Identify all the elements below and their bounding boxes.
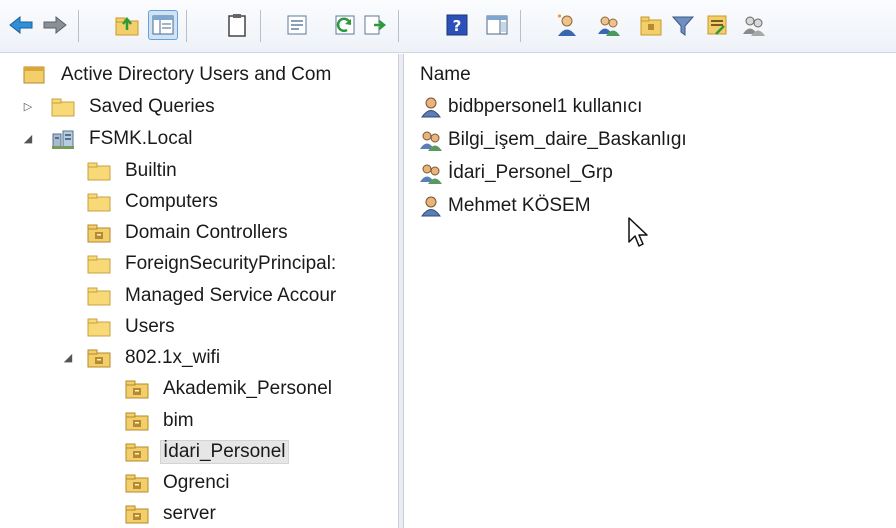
tree-item-label: Saved Queries: [89, 96, 215, 117]
list-item-name: Bilgi_işem_daire_Baskanlıgı: [448, 129, 687, 150]
add-to-group-icon[interactable]: [702, 10, 732, 40]
folder-icon: [86, 253, 112, 275]
tree-item-label: Computers: [125, 191, 218, 212]
tree-item-idari-personel[interactable]: İdari_Personel: [124, 437, 289, 467]
list-item-name: bidbpersonel1 kullanıcı: [448, 96, 643, 117]
tree-item-label: Users: [125, 316, 175, 337]
ou-icon: [124, 441, 150, 463]
tree-root[interactable]: Active Directory Users and Com: [22, 60, 334, 90]
tree-item-label: Managed Service Accour: [125, 285, 337, 306]
list-item[interactable]: Bilgi_işem_daire_Baskanlıgı: [418, 125, 687, 155]
list-item[interactable]: Mehmet KÖSEM: [418, 191, 591, 221]
svg-text:?: ?: [453, 17, 462, 35]
up-folder-icon[interactable]: [112, 10, 142, 40]
ou-icon: [124, 472, 150, 494]
tree-item-akademik-personel[interactable]: Akademik_Personel: [124, 374, 335, 404]
list-item[interactable]: bidbpersonel1 kullanıcı: [418, 92, 642, 122]
tree-item-label: İdari_Personel: [160, 440, 289, 464]
ou-icon: [86, 222, 112, 244]
tree-item-bim[interactable]: bim: [124, 406, 197, 436]
action-pane-icon[interactable]: [482, 10, 512, 40]
list-item[interactable]: İdari_Personel_Grp: [418, 158, 613, 188]
ou-icon: [124, 410, 150, 432]
column-header-name[interactable]: Name: [404, 54, 896, 92]
delegate-control-icon[interactable]: [738, 10, 768, 40]
ou-icon: [86, 347, 112, 369]
folder-icon: [86, 316, 112, 338]
tree-root-label: Active Directory Users and Com: [61, 64, 332, 85]
tree-item-domain[interactable]: ◢ FSMK.Local: [24, 124, 195, 154]
collapse-arrow-icon[interactable]: ◢: [62, 352, 74, 364]
tree-item-label: server: [163, 503, 216, 524]
tree-item-label: Builtin: [125, 160, 177, 181]
show-hide-tree-icon[interactable]: [148, 10, 178, 40]
results-list: Name bidbpersonel1 kullanıcı Bilgi_işem_…: [404, 54, 896, 528]
filter-icon[interactable]: [668, 10, 698, 40]
console-tree: Active Directory Users and Com ▷ Saved Q…: [0, 54, 398, 528]
domain-icon: [50, 128, 76, 150]
back-arrow-icon[interactable]: [6, 10, 36, 40]
export-list-icon[interactable]: [360, 10, 390, 40]
new-ou-icon[interactable]: [636, 10, 666, 40]
tree-item-ogrenci[interactable]: Ogrenci: [124, 468, 233, 498]
tree-item-label: FSMK.Local: [89, 128, 193, 149]
toolbar: ?: [0, 0, 896, 53]
refresh-icon[interactable]: [330, 10, 360, 40]
tree-item-label: Akademik_Personel: [163, 378, 332, 399]
properties-icon[interactable]: [282, 10, 312, 40]
folder-icon: [86, 191, 112, 213]
tree-item-label: Domain Controllers: [125, 222, 288, 243]
ou-icon: [124, 378, 150, 400]
tree-item-managed-service-accounts[interactable]: Managed Service Accour: [86, 281, 339, 311]
user-icon: [418, 96, 442, 118]
group-icon: [418, 129, 442, 151]
tree-item-computers[interactable]: Computers: [86, 187, 221, 217]
help-icon[interactable]: ?: [442, 10, 472, 40]
new-group-icon[interactable]: [594, 10, 624, 40]
ou-icon: [124, 503, 150, 525]
tree-item-saved-queries[interactable]: ▷ Saved Queries: [24, 92, 218, 122]
tree-item-label: 802.1x_wifi: [125, 347, 221, 368]
tree-item-label: Ogrenci: [163, 472, 230, 493]
collapse-arrow-icon[interactable]: ◢: [22, 133, 34, 145]
tree-item-builtin[interactable]: Builtin: [86, 156, 180, 186]
clipboard-icon[interactable]: [222, 10, 252, 40]
list-item-name: İdari_Personel_Grp: [448, 162, 613, 183]
tree-item-label: ForeignSecurityPrincipal:: [125, 253, 337, 274]
new-user-icon[interactable]: [552, 10, 582, 40]
tree-item-domain-controllers[interactable]: Domain Controllers: [86, 218, 291, 248]
tree-item-server[interactable]: server: [124, 499, 219, 528]
list-item-name: Mehmet KÖSEM: [448, 195, 591, 216]
user-icon: [418, 195, 442, 217]
folder-icon: [86, 285, 112, 307]
tree-item-users[interactable]: Users: [86, 312, 178, 342]
aduc-snapin-icon: [22, 64, 48, 86]
folder-icon: [86, 160, 112, 182]
column-header-label: Name: [420, 64, 471, 85]
tree-item-ou-802-1x-wifi[interactable]: ◢ 802.1x_wifi: [60, 343, 223, 373]
expand-arrow-icon[interactable]: ▷: [22, 101, 34, 113]
group-icon: [418, 162, 442, 184]
folder-icon: [50, 96, 76, 118]
forward-arrow-icon[interactable]: [40, 10, 70, 40]
tree-item-foreign-security-principals[interactable]: ForeignSecurityPrincipal:: [86, 249, 339, 279]
mouse-cursor-icon: [626, 216, 656, 252]
tree-item-label: bim: [163, 410, 194, 431]
